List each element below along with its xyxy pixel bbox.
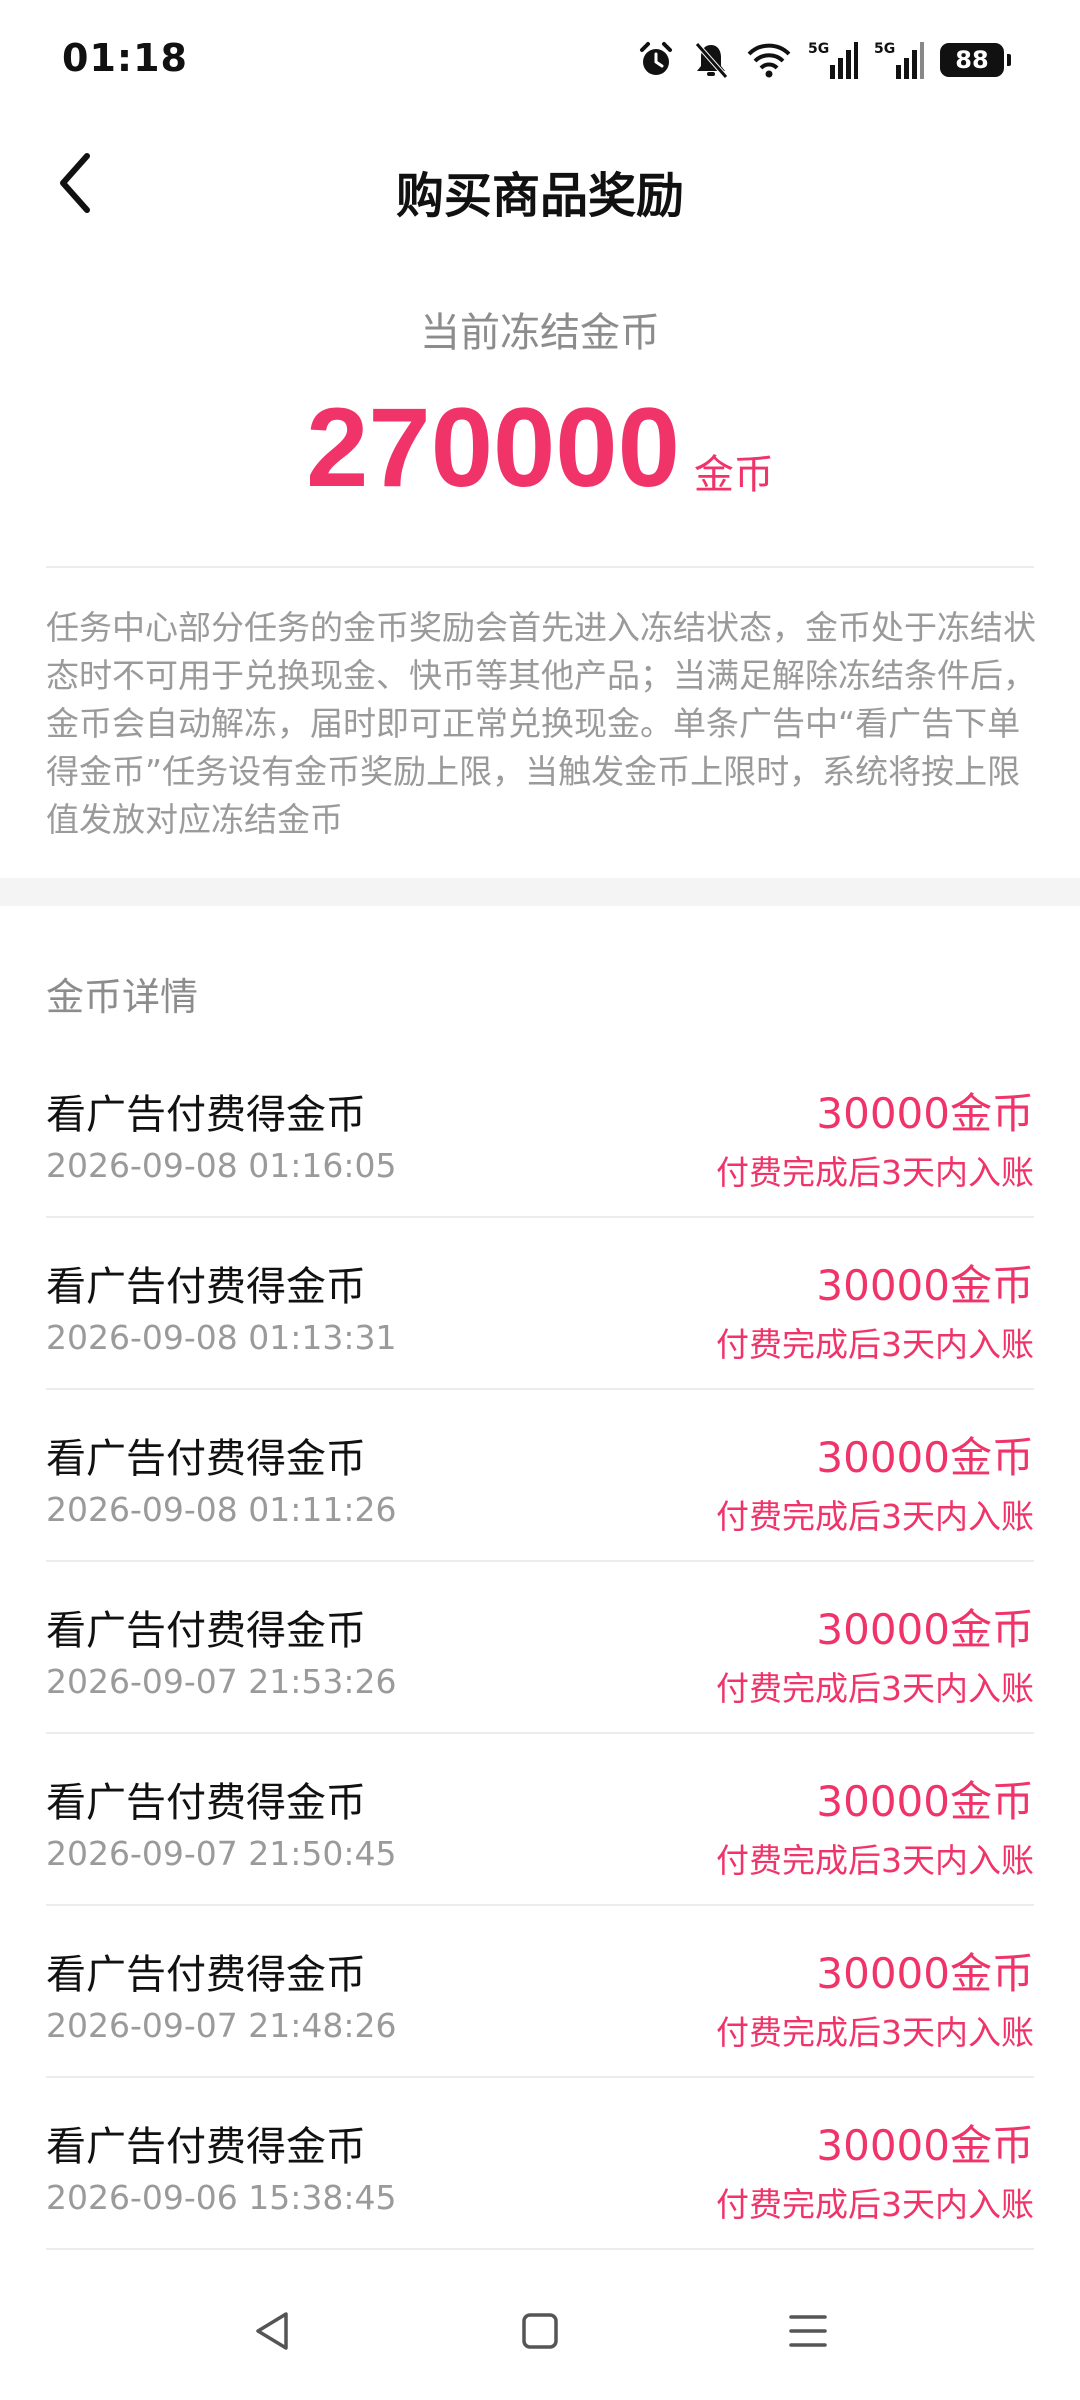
item-note: 付费完成后3天内入账 bbox=[716, 1497, 1034, 1536]
item-title: 看广告付费得金币 bbox=[46, 2124, 366, 2170]
list-item: 看广告付费得金币 2026-09-08 01:11:26 30000金币 付费完… bbox=[46, 1390, 1034, 1562]
item-note: 付费完成后3天内入账 bbox=[716, 2013, 1034, 2052]
item-note: 付费完成后3天内入账 bbox=[716, 1669, 1034, 1708]
list-item: 看广告付费得金币 2026-09-07 21:50:45 30000金币 付费完… bbox=[46, 1734, 1034, 1906]
item-time: 2026-09-07 21:50:45 bbox=[46, 1834, 397, 1873]
item-note: 付费完成后3天内入账 bbox=[716, 2185, 1034, 2224]
item-amount: 30000金币 bbox=[816, 1949, 1034, 1998]
item-title: 看广告付费得金币 bbox=[46, 1264, 366, 1310]
item-title: 看广告付费得金币 bbox=[46, 1092, 366, 1138]
frozen-coins-value-row: 270000 金币 bbox=[0, 392, 1080, 504]
system-nav-bar bbox=[0, 2280, 1080, 2380]
nav-menu-button[interactable] bbox=[778, 2308, 838, 2358]
list-item: 看广告付费得金币 2026-09-08 01:13:31 30000金币 付费完… bbox=[46, 1218, 1034, 1390]
item-note: 付费完成后3天内入账 bbox=[716, 1841, 1034, 1880]
signal-5g-icon: 5G bbox=[808, 39, 858, 81]
frozen-coins-description: 任务中心部分任务的金币奖励会首先进入冻结状态，金币处于冻结状态时不可用于兑换现金… bbox=[46, 608, 1036, 839]
frozen-coins-value: 270000 bbox=[306, 385, 680, 510]
signal-5g-icon: 5G bbox=[874, 39, 924, 81]
item-amount: 30000金币 bbox=[816, 1089, 1034, 1138]
back-triangle-icon bbox=[252, 2310, 292, 2356]
status-bar: 01:18 5G 5G 88 bbox=[0, 0, 1080, 120]
section-divider bbox=[0, 878, 1080, 906]
frozen-coins-label: 当前冻结金币 bbox=[420, 310, 660, 356]
svg-text:5G: 5G bbox=[808, 41, 829, 57]
frozen-coins-unit: 金币 bbox=[693, 452, 774, 498]
item-amount: 30000金币 bbox=[816, 1605, 1034, 1654]
item-amount: 30000金币 bbox=[816, 1777, 1034, 1826]
item-time: 2026-09-08 01:13:31 bbox=[46, 1318, 397, 1357]
nav-home-button[interactable] bbox=[510, 2308, 570, 2358]
header: 购买商品奖励 bbox=[0, 130, 1080, 240]
wifi-icon bbox=[746, 40, 792, 80]
item-time: 2026-09-07 21:53:26 bbox=[46, 1662, 397, 1701]
list-item: 看广告付费得金币 2026-09-08 01:16:05 30000金币 付费完… bbox=[46, 1046, 1034, 1218]
alarm-icon bbox=[636, 40, 676, 80]
screen: 01:18 5G 5G 88 购买商品奖励 当前冻结金币 270000 金币 任… bbox=[0, 0, 1080, 2400]
item-note: 付费完成后3天内入账 bbox=[716, 1153, 1034, 1192]
status-icons: 5G 5G 88 bbox=[636, 34, 1011, 86]
item-note: 付费完成后3天内入账 bbox=[716, 1325, 1034, 1364]
divider bbox=[46, 566, 1034, 568]
item-title: 看广告付费得金币 bbox=[46, 1436, 366, 1482]
status-time: 01:18 bbox=[62, 36, 188, 80]
item-title: 看广告付费得金币 bbox=[46, 1780, 366, 1826]
svg-text:5G: 5G bbox=[874, 41, 895, 57]
item-amount: 30000金币 bbox=[816, 2121, 1034, 2170]
item-title: 看广告付费得金币 bbox=[46, 1608, 366, 1654]
item-amount: 30000金币 bbox=[816, 1261, 1034, 1310]
coin-details-list: 看广告付费得金币 2026-09-08 01:16:05 30000金币 付费完… bbox=[46, 1046, 1034, 2250]
item-time: 2026-09-08 01:16:05 bbox=[46, 1146, 397, 1185]
item-title: 看广告付费得金币 bbox=[46, 1952, 366, 1998]
menu-lines-icon bbox=[787, 2311, 829, 2355]
list-item: 看广告付费得金币 2026-09-07 21:48:26 30000金币 付费完… bbox=[46, 1906, 1034, 2078]
page-title: 购买商品奖励 bbox=[395, 168, 684, 224]
details-section-title: 金币详情 bbox=[46, 975, 199, 1019]
home-square-icon bbox=[520, 2311, 560, 2355]
battery-indicator: 88 bbox=[940, 43, 1011, 77]
bell-off-icon bbox=[692, 40, 730, 80]
item-time: 2026-09-08 01:11:26 bbox=[46, 1490, 397, 1529]
list-item: 看广告付费得金币 2026-09-06 15:38:45 30000金币 付费完… bbox=[46, 2078, 1034, 2250]
list-item: 看广告付费得金币 2026-09-07 21:53:26 30000金币 付费完… bbox=[46, 1562, 1034, 1734]
item-amount: 30000金币 bbox=[816, 1433, 1034, 1482]
item-time: 2026-09-07 21:48:26 bbox=[46, 2006, 397, 2045]
item-time: 2026-09-06 15:38:45 bbox=[46, 2178, 397, 2217]
nav-back-button[interactable] bbox=[242, 2308, 302, 2358]
frozen-coins-summary: 当前冻结金币 270000 金币 bbox=[0, 300, 1080, 504]
